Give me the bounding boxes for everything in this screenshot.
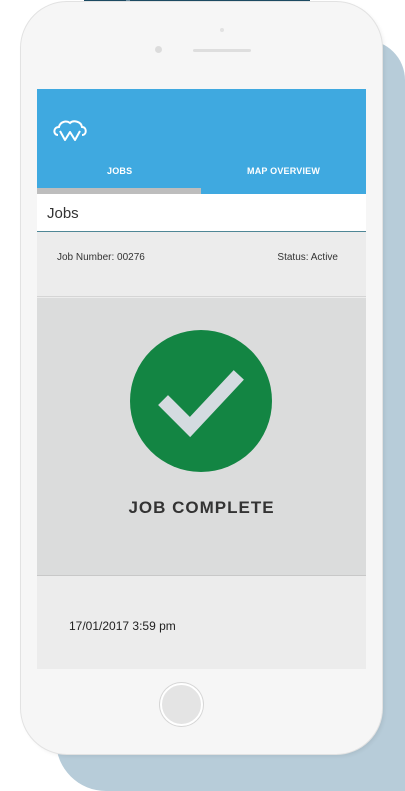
page-title: Jobs (47, 205, 79, 222)
timestamp-row: 17/01/2017 3:59 pm (37, 577, 366, 669)
app-screen: JOBS MAP OVERVIEW Jobs Job Number: 00276… (37, 89, 366, 669)
check-circle-icon (130, 330, 272, 472)
job-number: Job Number: 00276 (57, 252, 145, 263)
tab-jobs[interactable]: JOBS (107, 166, 132, 176)
cloud-w-logo-icon (53, 120, 87, 141)
tab-map-overview[interactable]: MAP OVERVIEW (247, 166, 320, 176)
sensor-dot (220, 28, 224, 32)
home-button[interactable] (160, 683, 203, 726)
app-bar: JOBS MAP OVERVIEW (37, 89, 366, 194)
page-title-bar: Jobs (37, 194, 366, 232)
speaker-grille (193, 49, 251, 52)
front-camera (155, 46, 162, 53)
completion-timestamp: 17/01/2017 3:59 pm (69, 619, 176, 633)
job-complete-label: JOB COMPLETE (128, 498, 275, 517)
job-status: Status: Active (277, 252, 338, 263)
job-info-row: Job Number: 00276 Status: Active (37, 236, 366, 297)
job-complete-panel: JOB COMPLETE (37, 298, 366, 576)
checkmark-icon (158, 370, 244, 438)
